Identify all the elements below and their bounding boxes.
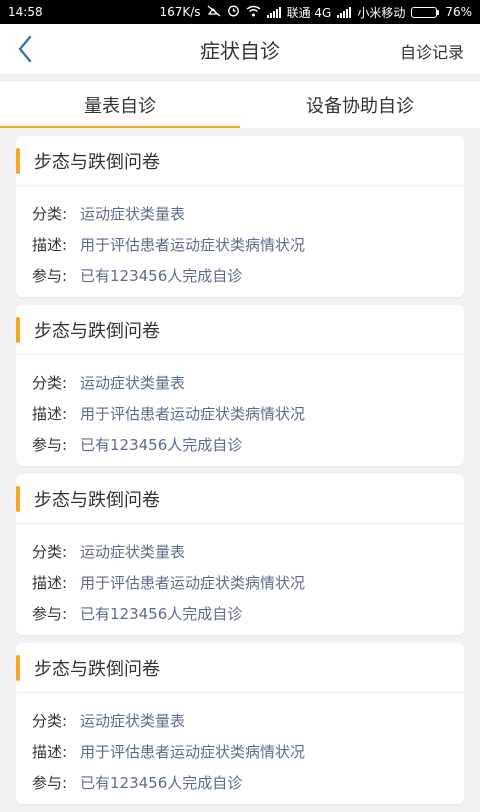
accent-bar [16,485,20,512]
card-header: 步态与跌倒问卷 [16,474,464,524]
mute-icon [207,5,221,20]
description-label: 描述: [32,743,68,761]
status-bar: 14:58 167K/s 联通 4G 小米移动 76% [0,0,480,24]
carrier-2: 小米移动 [357,5,406,20]
participation-value: 已有123456人完成自诊 [80,605,243,623]
back-button[interactable] [10,33,40,65]
diagnosis-record-link[interactable]: 自诊记录 [400,39,464,63]
tab-scale-diagnosis[interactable]: 量表自诊 [0,82,240,128]
card-body: 分类: 运动症状类量表 描述: 用于评估患者运动症状类病情状况 参与: 已有12345… [16,524,464,629]
participation-value: 已有123456人完成自诊 [80,774,243,792]
status-icons: 167K/s 联通 4G 小米移动 76% [159,4,472,21]
card-header: 步态与跌倒问卷 [16,305,464,355]
description-row: 描述: 用于评估患者运动症状类病情状况 [32,736,464,767]
carrier-1: 联通 4G [286,5,332,20]
tab-bar: 量表自诊 设备协助自诊 [0,82,480,128]
battery-percent: 76% [445,5,472,19]
network-speed: 167K/s [159,5,201,19]
description-value: 用于评估患者运动症状类病情状况 [80,743,306,761]
questionnaire-card[interactable]: 步态与跌倒问卷 分类: 运动症状类量表 描述: 用于评估患者运动症状类病情状况 参与… [16,136,464,297]
description-label: 描述: [32,236,68,254]
page-title: 症状自诊 [200,38,280,63]
wifi-icon [246,5,261,20]
description-row: 描述: 用于评估患者运动症状类病情状况 [32,229,464,260]
card-header: 步态与跌倒问卷 [16,643,464,693]
participation-value: 已有123456人完成自诊 [80,436,243,454]
participation-label: 参与: [32,436,68,454]
alarm-icon [227,4,240,20]
accent-bar [16,654,20,681]
card-body: 分类: 运动症状类量表 描述: 用于评估患者运动症状类病情状况 参与: 已有12345… [16,355,464,460]
category-value: 运动症状类量表 [80,205,186,223]
category-row: 分类: 运动症状类量表 [32,705,464,736]
card-body: 分类: 运动症状类量表 描述: 用于评估患者运动症状类病情状况 参与: 已有12345… [16,693,464,798]
description-value: 用于评估患者运动症状类病情状况 [80,405,306,423]
category-row: 分类: 运动症状类量表 [32,536,464,567]
description-row: 描述: 用于评估患者运动症状类病情状况 [32,398,464,429]
participation-row: 参与: 已有123456人完成自诊 [32,429,464,460]
category-row: 分类: 运动症状类量表 [32,367,464,398]
category-value: 运动症状类量表 [80,543,186,561]
card-title: 步态与跌倒问卷 [34,320,160,342]
category-value: 运动症状类量表 [80,712,186,730]
participation-label: 参与: [32,267,68,285]
accent-bar [16,316,20,343]
category-value: 运动症状类量表 [80,374,186,392]
tab-device-diagnosis[interactable]: 设备协助自诊 [240,82,480,128]
description-label: 描述: [32,405,68,423]
category-label: 分类: [32,543,68,561]
participation-row: 参与: 已有123456人完成自诊 [32,260,464,291]
questionnaire-card[interactable]: 步态与跌倒问卷 分类: 运动症状类量表 描述: 用于评估患者运动症状类病情状况 参与… [16,643,464,804]
category-label: 分类: [32,374,68,392]
card-title: 步态与跌倒问卷 [34,489,160,511]
description-value: 用于评估患者运动症状类病情状况 [80,236,306,254]
card-header: 步态与跌倒问卷 [16,136,464,186]
category-row: 分类: 运动症状类量表 [32,198,464,229]
participation-label: 参与: [32,774,68,792]
description-value: 用于评估患者运动症状类病情状况 [80,574,306,592]
signal-icon [266,6,281,18]
description-label: 描述: [32,574,68,592]
card-title: 步态与跌倒问卷 [34,658,160,680]
participation-row: 参与: 已有123456人完成自诊 [32,767,464,798]
category-label: 分类: [32,712,68,730]
nav-bar: 症状自诊 自诊记录 [0,24,480,74]
signal-icon-2 [337,6,352,18]
status-time: 14:58 [8,5,43,19]
card-title: 步态与跌倒问卷 [34,151,160,173]
accent-bar [16,147,20,174]
questionnaire-list: 步态与跌倒问卷 分类: 运动症状类量表 描述: 用于评估患者运动症状类病情状况 参与… [16,136,464,812]
category-label: 分类: [32,205,68,223]
chevron-left-icon [18,35,32,63]
description-row: 描述: 用于评估患者运动症状类病情状况 [32,567,464,598]
participation-label: 参与: [32,605,68,623]
questionnaire-card[interactable]: 步态与跌倒问卷 分类: 运动症状类量表 描述: 用于评估患者运动症状类病情状况 参与… [16,474,464,635]
participation-row: 参与: 已有123456人完成自诊 [32,598,464,629]
questionnaire-card[interactable]: 步态与跌倒问卷 分类: 运动症状类量表 描述: 用于评估患者运动症状类病情状况 参与… [16,305,464,466]
battery-icon [411,6,440,18]
participation-value: 已有123456人完成自诊 [80,267,243,285]
card-body: 分类: 运动症状类量表 描述: 用于评估患者运动症状类病情状况 参与: 已有12345… [16,186,464,291]
